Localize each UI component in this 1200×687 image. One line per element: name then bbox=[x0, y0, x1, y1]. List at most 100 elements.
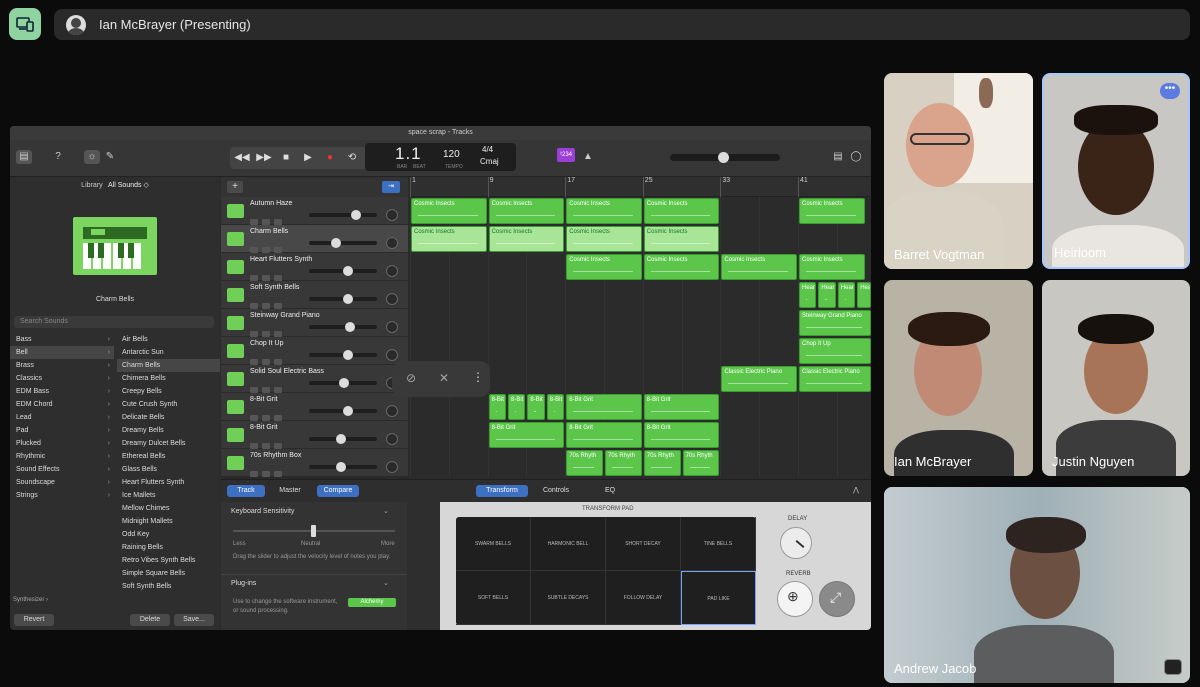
pan-knob[interactable] bbox=[386, 321, 398, 333]
inspector-toggle-icon[interactable]: ⋀ bbox=[847, 485, 865, 497]
library-sound[interactable]: Raining Bells bbox=[117, 541, 220, 554]
region[interactable]: Cosmic Insects bbox=[643, 254, 720, 280]
region[interactable]: Cosmic Insects bbox=[411, 226, 487, 252]
pan-knob[interactable] bbox=[386, 293, 398, 305]
library-category[interactable]: Pad bbox=[10, 424, 114, 437]
reverb-knob[interactable]: ⊕ bbox=[777, 581, 813, 617]
lcd-display[interactable]: 1.1 BAR BEAT 120 TEMPO 4/4 Cmaj bbox=[365, 143, 516, 171]
track-volume-slider[interactable] bbox=[309, 210, 377, 220]
region[interactable]: Steinway Grand Piano bbox=[799, 310, 871, 336]
region[interactable]: Hear bbox=[837, 282, 856, 308]
unpin-icon[interactable]: ⊘ bbox=[406, 371, 416, 385]
track-volume-slider[interactable] bbox=[309, 350, 377, 360]
track-header[interactable]: Steinway Grand Piano bbox=[221, 309, 408, 337]
library-sound[interactable]: Midnight Mallets bbox=[117, 515, 220, 528]
region[interactable]: 8-Bit Grit bbox=[643, 394, 720, 420]
stop-icon[interactable]: ■ bbox=[278, 150, 294, 166]
library-sound[interactable]: Delicate Bells bbox=[117, 411, 220, 424]
tab-transform[interactable]: Transform bbox=[476, 485, 528, 497]
tab-controls[interactable]: Controls bbox=[531, 485, 581, 497]
alchemy-plugin-slot[interactable]: Alchemy bbox=[348, 598, 396, 607]
loop-browser-icon[interactable]: ◯ bbox=[848, 150, 864, 164]
region[interactable]: 8-Bit bbox=[508, 394, 526, 420]
pan-knob[interactable] bbox=[386, 405, 398, 417]
cycle-icon[interactable]: ⟲ bbox=[344, 150, 360, 166]
region[interactable]: Hear bbox=[857, 282, 871, 308]
transform-pad-cell[interactable]: SHORT DECAY bbox=[606, 517, 681, 571]
track-header[interactable]: Heart Flutters Synth bbox=[221, 253, 408, 281]
smart-controls-icon[interactable]: ☼ bbox=[84, 150, 100, 164]
sensitivity-slider[interactable] bbox=[233, 525, 395, 537]
track-volume-slider[interactable] bbox=[309, 238, 377, 248]
fast-forward-icon[interactable]: ▶▶ bbox=[256, 150, 272, 166]
participant-tile-active-speaker[interactable]: ••• Heirloom bbox=[1042, 73, 1190, 269]
library-sound[interactable]: Charm Bells bbox=[117, 359, 220, 372]
editors-icon[interactable]: ✎ bbox=[102, 150, 118, 164]
region[interactable]: 8-Bit bbox=[527, 394, 545, 420]
track-volume-slider[interactable] bbox=[309, 406, 377, 416]
transform-pad[interactable]: SWARM BELLS HARMONIC BELL SHORT DECAY TINE … bbox=[456, 517, 756, 625]
participant-tile[interactable]: Justin Nguyen bbox=[1042, 280, 1190, 476]
transform-pad-cell[interactable]: TINE BELLS bbox=[681, 517, 756, 571]
track-header[interactable]: Autumn Haze bbox=[221, 197, 408, 225]
library-category[interactable]: Soundscape bbox=[10, 476, 114, 489]
region[interactable]: Cosmic Insects bbox=[643, 226, 720, 252]
track-buttons[interactable] bbox=[250, 408, 290, 421]
more-options-icon[interactable]: ⋮ bbox=[472, 370, 484, 384]
pan-knob[interactable] bbox=[386, 265, 398, 277]
track-buttons[interactable] bbox=[250, 436, 290, 449]
region[interactable]: Classic Electric Piano bbox=[799, 366, 871, 392]
library-filter[interactable]: All Sounds ◇ bbox=[108, 182, 149, 189]
pan-knob[interactable] bbox=[386, 237, 398, 249]
library-category[interactable]: Sound Effects bbox=[10, 463, 114, 476]
delay-knob[interactable] bbox=[780, 527, 812, 559]
transform-pad-cell[interactable]: PAD LIKE bbox=[681, 571, 756, 625]
smart-tempo-icon[interactable]: ⇥ bbox=[382, 181, 400, 193]
transform-pad-cell[interactable]: HARMONIC BELL bbox=[531, 517, 606, 571]
library-sound[interactable]: Glass Bells bbox=[117, 463, 220, 476]
track-volume-slider[interactable] bbox=[309, 434, 377, 444]
library-sound[interactable]: Heart Flutters Synth bbox=[117, 476, 220, 489]
transform-pad-cell[interactable]: SOFT BELLS bbox=[456, 571, 531, 625]
track-buttons[interactable] bbox=[250, 464, 290, 477]
region[interactable]: Cosmic Insects bbox=[566, 198, 642, 224]
region[interactable]: Classic Electric Piano bbox=[721, 366, 797, 392]
add-track-button[interactable]: + bbox=[227, 181, 243, 193]
save-button[interactable]: Save... bbox=[174, 614, 214, 626]
metronome-icon[interactable]: ▲ bbox=[580, 150, 596, 164]
library-category[interactable]: Bell bbox=[10, 346, 114, 359]
record-enable-button[interactable] bbox=[274, 471, 282, 477]
track-header[interactable]: Solid Soul Electric Bass bbox=[221, 365, 408, 393]
volume-knob[interactable] bbox=[718, 152, 729, 163]
library-category[interactable]: Lead bbox=[10, 411, 114, 424]
track-header[interactable]: 8-Bit Grit bbox=[221, 421, 408, 449]
tab-compare[interactable]: Compare bbox=[317, 485, 359, 497]
library-category[interactable]: Brass bbox=[10, 359, 114, 372]
participant-tile[interactable]: Andrew Jacob bbox=[884, 487, 1190, 683]
track-buttons[interactable] bbox=[250, 380, 290, 393]
region[interactable]: Cosmic Insects bbox=[566, 226, 642, 252]
track-buttons[interactable] bbox=[250, 268, 290, 281]
chevron-down-icon[interactable]: ⌄ bbox=[383, 507, 389, 515]
timeline-ruler[interactable]: 1 9 17 25 33 41 bbox=[410, 177, 871, 197]
library-sound[interactable]: Cute Crush Synth bbox=[117, 398, 220, 411]
library-category[interactable]: Bass bbox=[10, 333, 114, 346]
region[interactable]: Cosmic Insects bbox=[488, 198, 565, 224]
expand-icon[interactable]: ⤢ bbox=[819, 581, 855, 617]
library-category[interactable]: Plucked bbox=[10, 437, 114, 450]
help-icon[interactable]: ? bbox=[50, 150, 66, 164]
library-sound[interactable]: Ice Mallets bbox=[117, 489, 220, 502]
library-category[interactable]: Strings bbox=[10, 489, 114, 502]
library-sound[interactable]: Chimera Bells bbox=[117, 372, 220, 385]
region[interactable]: 8-Bit Grit bbox=[488, 422, 565, 448]
track-volume-slider[interactable] bbox=[309, 378, 377, 388]
library-category[interactable]: Rhythmic bbox=[10, 450, 114, 463]
present-to-everyone-button[interactable] bbox=[9, 8, 41, 40]
count-in-icon[interactable]: ¹234 bbox=[557, 148, 575, 162]
region[interactable]: Hear bbox=[818, 282, 836, 308]
tab-eq[interactable]: EQ bbox=[585, 485, 635, 497]
region[interactable]: 8-Bit bbox=[546, 394, 565, 420]
solo-button[interactable] bbox=[262, 471, 270, 477]
library-sound[interactable]: Retro Vibes Synth Bells bbox=[117, 554, 220, 567]
track-header[interactable]: Chop It Up bbox=[221, 337, 408, 365]
